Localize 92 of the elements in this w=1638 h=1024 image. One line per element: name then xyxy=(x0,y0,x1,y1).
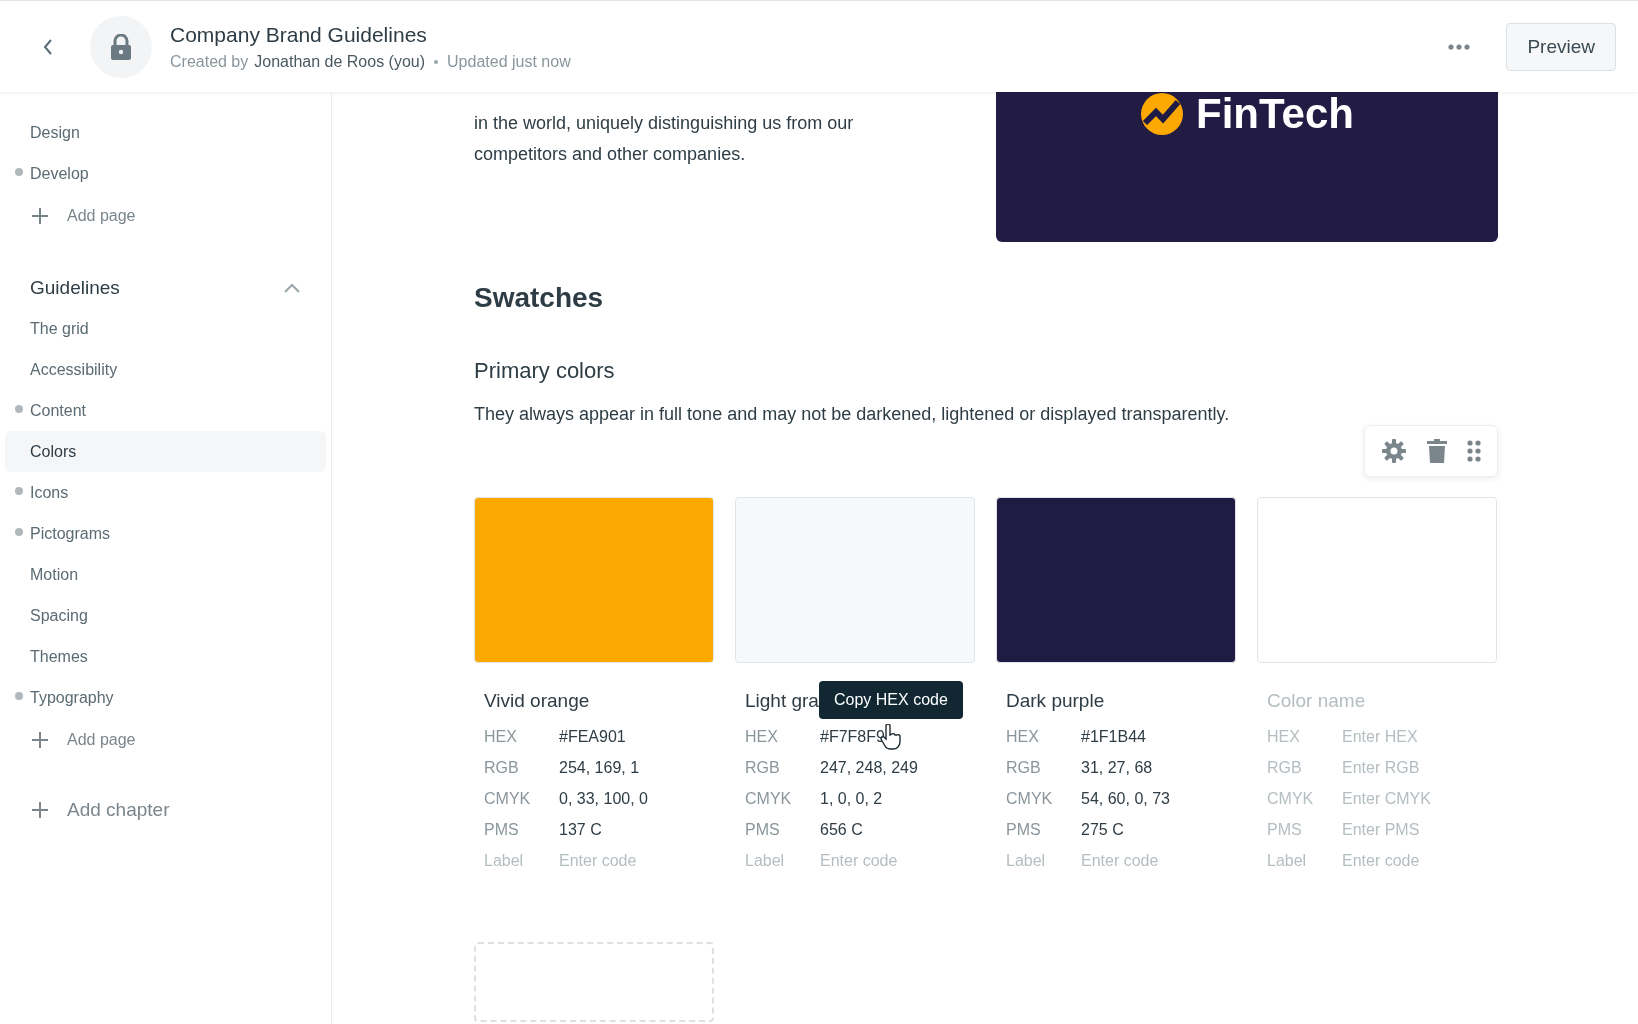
field-label: CMYK xyxy=(745,789,793,808)
field-value[interactable]: 656 C xyxy=(820,820,863,839)
color-swatch[interactable] xyxy=(996,497,1236,663)
add-page-link[interactable]: Add page xyxy=(5,718,326,762)
field-value[interactable]: 137 C xyxy=(559,820,602,839)
status-dot xyxy=(15,405,23,413)
sidebar-item[interactable]: Icons xyxy=(5,472,326,513)
field-value[interactable]: #1F1B44 xyxy=(1081,727,1146,746)
color-name: Dark purple xyxy=(1006,690,1105,712)
chapter-title[interactable]: Guidelines xyxy=(30,277,120,299)
field-label: Label xyxy=(1006,851,1047,870)
field-input[interactable]: Enter RGB xyxy=(1342,758,1492,777)
empty-swatch-slot[interactable] xyxy=(474,942,714,1022)
field-value[interactable]: 247, 248, 249 xyxy=(820,758,918,777)
plus-icon xyxy=(31,207,49,225)
settings-icon[interactable] xyxy=(1381,438,1407,464)
field-label: PMS xyxy=(1267,820,1303,839)
field-label: RGB xyxy=(745,758,781,777)
separator-dot-icon xyxy=(434,59,439,64)
paragraph: in the world, uniquely distinguishing us from our competitors and other companies. xyxy=(474,112,855,166)
field-value[interactable]: 54, 60, 0, 73 xyxy=(1081,789,1170,808)
color-swatch[interactable] xyxy=(1257,497,1497,663)
color-swatch[interactable] xyxy=(474,497,714,663)
preview-button[interactable]: Preview xyxy=(1506,22,1616,71)
sidebar-item[interactable]: Colors xyxy=(5,431,326,472)
field-value[interactable]: 0, 33, 100, 0 xyxy=(559,789,648,808)
field-label: PMS xyxy=(1006,820,1042,839)
field-label: HEX xyxy=(1267,727,1301,746)
sidebar-item[interactable]: Typography xyxy=(5,677,326,718)
more-icon[interactable] xyxy=(1448,43,1471,50)
status-dot xyxy=(15,487,23,495)
tooltip: Copy HEX code xyxy=(819,681,963,719)
sidebar-item[interactable]: Themes xyxy=(5,636,326,677)
field-label: HEX xyxy=(484,727,518,746)
trash-icon[interactable] xyxy=(1427,439,1447,463)
field-value[interactable]: 275 C xyxy=(1081,820,1124,839)
field-label: HEX xyxy=(745,727,779,746)
lock-icon xyxy=(110,33,132,60)
field-label: HEX xyxy=(1006,727,1040,746)
field-input[interactable]: Enter code xyxy=(1081,851,1231,870)
field-label: CMYK xyxy=(1267,789,1315,808)
field-value[interactable]: #FEA901 xyxy=(559,727,626,746)
field-input[interactable]: Enter code xyxy=(1342,851,1492,870)
status-dot xyxy=(15,528,23,536)
back-icon[interactable] xyxy=(42,37,54,56)
field-label: CMYK xyxy=(484,789,532,808)
sidebar-item[interactable]: Content xyxy=(5,390,326,431)
plus-icon xyxy=(31,801,49,819)
field-label: PMS xyxy=(484,820,520,839)
sidebar-item[interactable]: Design xyxy=(5,112,326,153)
field-label: Label xyxy=(484,851,525,870)
subheading: Primary colors xyxy=(474,358,616,384)
color-name: Light gra xyxy=(745,690,819,712)
plus-icon xyxy=(31,731,49,749)
logo-text: FinTech xyxy=(1196,92,1354,136)
created-label: Created by xyxy=(170,52,249,71)
field-label: RGB xyxy=(1267,758,1303,777)
field-label: Label xyxy=(1267,851,1308,870)
field-label: Label xyxy=(745,851,786,870)
field-input[interactable]: Enter PMS xyxy=(1342,820,1492,839)
document-title: Company Brand Guidelines xyxy=(170,22,428,47)
color-name: Vivid orange xyxy=(484,690,590,712)
sidebar-item[interactable]: The grid xyxy=(5,308,326,349)
field-value[interactable]: 254, 169, 1 xyxy=(559,758,640,777)
field-value[interactable]: #F7F8F9 xyxy=(820,727,885,746)
field-value[interactable]: 31, 27, 68 xyxy=(1081,758,1153,777)
sidebar-item[interactable]: Motion xyxy=(5,554,326,595)
updated-label: Updated just now xyxy=(447,52,571,71)
field-label: RGB xyxy=(484,758,520,777)
sidebar-item[interactable]: Develop xyxy=(5,153,326,194)
sidebar-item[interactable]: Pictograms xyxy=(5,513,326,554)
chevron-icon[interactable] xyxy=(284,283,300,293)
section-heading: Swatches xyxy=(474,282,605,314)
color-swatch[interactable] xyxy=(735,497,975,663)
field-input[interactable]: Enter CMYK xyxy=(1342,789,1492,808)
status-dot xyxy=(15,692,23,700)
author-name: Jonathan de Roos (you) xyxy=(254,52,426,71)
field-label: RGB xyxy=(1006,758,1042,777)
field-input[interactable]: Enter code xyxy=(559,851,709,870)
field-input[interactable]: Enter HEX xyxy=(1342,727,1492,746)
field-input[interactable]: Enter code xyxy=(820,851,970,870)
description: They always appear in full tone and may not be darkened, lightened or displayed transparently. xyxy=(474,404,1231,425)
status-dot xyxy=(15,168,23,176)
field-value[interactable]: 1, 0, 0, 2 xyxy=(820,789,883,808)
drag-handle-icon[interactable] xyxy=(1467,440,1481,462)
sidebar-item[interactable]: Spacing xyxy=(5,595,326,636)
add-page-link[interactable]: Add page xyxy=(5,194,326,238)
field-label: CMYK xyxy=(1006,789,1054,808)
sidebar-item[interactable]: Accessibility xyxy=(5,349,326,390)
color-name-field[interactable]: Color name xyxy=(1267,690,1467,712)
add-chapter-link[interactable]: Add chapter xyxy=(5,788,326,832)
field-label: PMS xyxy=(745,820,781,839)
